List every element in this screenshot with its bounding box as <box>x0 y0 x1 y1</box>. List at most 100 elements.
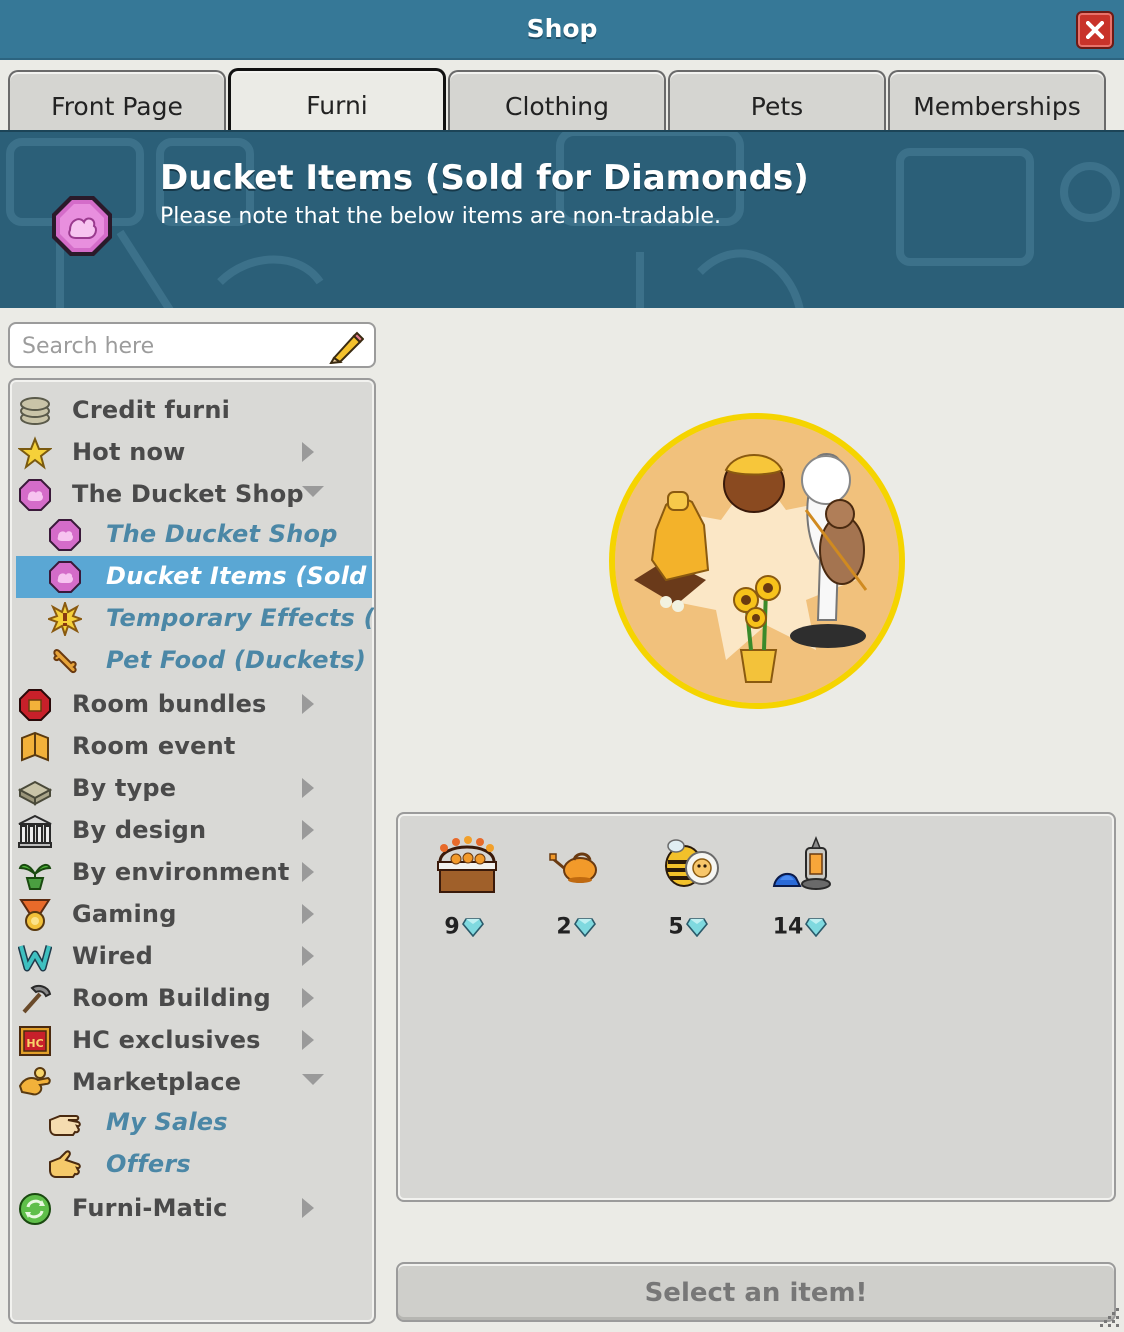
item-price: 2 <box>526 914 626 940</box>
category-label: Ducket Items (Sold for Diamonds) <box>106 562 374 590</box>
category-label: Credit furni <box>72 396 231 424</box>
subcategory-the-ducket-shop[interactable]: The Ducket Shop <box>10 514 372 556</box>
category-label: Room Building <box>72 984 271 1012</box>
expand-arrow-icon[interactable] <box>302 988 314 1008</box>
expand-arrow-icon[interactable] <box>302 778 314 798</box>
subcategory-my-sales[interactable]: My Sales <box>10 1102 372 1144</box>
category-label: Temporary Effects (Duckets) <box>106 604 375 632</box>
select-item-button[interactable]: Select an item! <box>396 1262 1116 1322</box>
subcategory-ducket-items[interactable]: Ducket Items (Sold for Diamonds) <box>16 556 374 598</box>
star-icon <box>18 436 52 470</box>
svg-text:HC: HC <box>26 1037 43 1050</box>
credit-stack-icon <box>20 397 50 425</box>
bundle-icon <box>19 689 51 721</box>
expand-arrow-icon[interactable] <box>302 1030 314 1050</box>
recycle-icon <box>19 1193 51 1225</box>
tab-front-page[interactable]: Front Page <box>8 70 226 132</box>
category-label: HC exclusives <box>72 1026 261 1054</box>
page-subtitle: Please note that the below items are non… <box>160 204 721 229</box>
catalog-item[interactable]: 5 <box>638 828 738 940</box>
expand-arrow-icon[interactable] <box>302 442 314 462</box>
category-hc-exclusives[interactable]: HC HC exclusives <box>10 1020 372 1062</box>
diamond-icon <box>685 918 708 938</box>
wired-icon <box>18 945 52 972</box>
subcategory-temporary-effects[interactable]: Temporary Effects (Duckets) <box>10 598 374 640</box>
category-by-design[interactable]: By design <box>10 810 372 852</box>
category-label: Furni-Matic <box>72 1194 228 1222</box>
expand-arrow-icon[interactable] <box>302 862 314 882</box>
burst-icon <box>48 602 82 636</box>
search-box[interactable] <box>8 322 376 368</box>
fruit-stall-icon <box>437 836 497 893</box>
category-room-building[interactable]: Room Building <box>10 978 372 1020</box>
search-input[interactable] <box>22 332 322 360</box>
window-title: Shop <box>526 14 598 43</box>
category-room-bundles[interactable]: Room bundles <box>10 684 372 726</box>
price-amount: 14 <box>772 914 804 940</box>
category-list[interactable]: Credit furni Hot now The Ducket Shop The… <box>8 378 376 1324</box>
expand-arrow-icon[interactable] <box>302 1198 314 1218</box>
hand-icon <box>49 1150 81 1178</box>
category-by-environment[interactable]: By environment <box>10 852 372 894</box>
collapse-arrow-icon[interactable] <box>302 486 324 497</box>
tab-memberships[interactable]: Memberships <box>888 70 1106 132</box>
plant-icon <box>18 863 52 890</box>
expand-arrow-icon[interactable] <box>302 820 314 840</box>
category-label: Room event <box>72 732 236 760</box>
item-price: 5 <box>638 914 738 940</box>
category-label: By environment <box>72 858 290 886</box>
subcategory-offers[interactable]: Offers <box>10 1144 372 1186</box>
category-marketplace[interactable]: Marketplace <box>10 1062 372 1104</box>
category-room-event[interactable]: Room event <box>10 726 372 768</box>
ducket-items-preview-image <box>609 413 905 709</box>
sofa-icon <box>18 780 52 806</box>
tab-bar: Front Page Furni Clothing Pets Membershi… <box>0 60 1124 132</box>
watering-can-icon <box>549 852 597 883</box>
collapse-arrow-icon[interactable] <box>302 1074 324 1085</box>
expand-arrow-icon[interactable] <box>302 904 314 924</box>
ducket-icon <box>49 519 81 551</box>
tab-pets[interactable]: Pets <box>668 70 886 132</box>
hand-icon <box>49 1115 81 1136</box>
pencil-icon[interactable] <box>328 330 364 364</box>
title-bar[interactable]: Shop <box>0 0 1124 60</box>
medal-icon <box>19 899 51 931</box>
price-amount: 2 <box>556 914 572 940</box>
bone-icon <box>53 648 77 674</box>
catalog-item[interactable]: 9 <box>414 828 514 940</box>
market-icon <box>18 1067 51 1096</box>
hc-icon: HC <box>19 1026 51 1056</box>
catalog-item[interactable]: 2 <box>526 828 626 940</box>
shop-window: Shop Front Page Furni Clothing Pets Memb… <box>0 0 1124 1332</box>
category-label: The Ducket Shop <box>72 480 304 508</box>
expand-arrow-icon[interactable] <box>302 694 314 714</box>
close-icon <box>1086 21 1104 39</box>
category-label: Offers <box>106 1150 191 1178</box>
price-amount: 5 <box>668 914 684 940</box>
category-label: Hot now <box>72 438 186 466</box>
expand-arrow-icon[interactable] <box>302 946 314 966</box>
subcategory-pet-food[interactable]: Pet Food (Duckets) <box>10 640 372 682</box>
category-wired[interactable]: Wired <box>10 936 372 978</box>
category-label: By design <box>72 816 207 844</box>
category-label: The Ducket Shop <box>106 520 338 548</box>
ducket-icon <box>19 479 51 511</box>
close-button[interactable] <box>1076 11 1114 49</box>
category-credit-furni[interactable]: Credit furni <box>10 390 372 432</box>
category-label: Wired <box>72 942 153 970</box>
bee-icon <box>665 839 719 887</box>
catalog-item[interactable]: 14 <box>750 828 850 940</box>
category-the-ducket-shop[interactable]: The Ducket Shop <box>10 474 372 516</box>
resize-grip-icon[interactable] <box>1092 1300 1122 1330</box>
pillars-icon <box>18 814 52 848</box>
page-header-banner: Ducket Items (Sold for Diamonds) Please … <box>0 130 1124 308</box>
lantern-hat-icon <box>772 835 831 890</box>
item-price: 9 <box>414 914 514 940</box>
category-hot-now[interactable]: Hot now <box>10 432 372 474</box>
category-by-type[interactable]: By type <box>10 768 372 810</box>
category-gaming[interactable]: Gaming <box>10 894 372 936</box>
category-furni-matic[interactable]: Furni-Matic <box>10 1188 372 1230</box>
tab-furni[interactable]: Furni <box>228 68 446 132</box>
tab-clothing[interactable]: Clothing <box>448 70 666 132</box>
ducket-icon <box>52 196 112 256</box>
